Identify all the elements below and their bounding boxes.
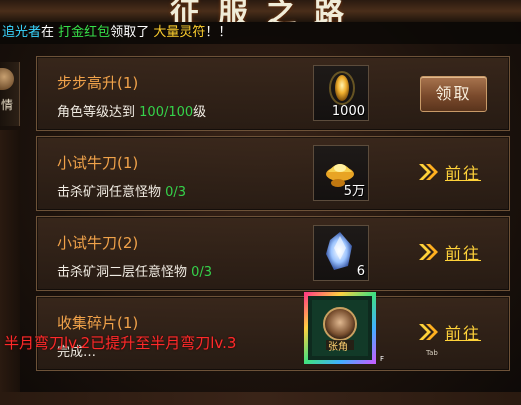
title-banner: 征服之路 xyxy=(0,0,521,22)
broadcast-marquee: 追光者在 打金红包领取了 大量灵符！！ xyxy=(0,22,521,44)
quest-desc: 击杀矿洞任意怪物 0/3 xyxy=(57,181,186,200)
quest-desc: 角色等级达到 100/100级 xyxy=(57,101,206,120)
quest-name: 收集碎片(1) xyxy=(57,314,139,332)
reward-slot[interactable]: 1000 xyxy=(313,65,369,121)
reward-slot-portrait[interactable]: 张角 xyxy=(302,290,378,366)
quest-name: 小试牛刀(1) xyxy=(57,154,139,172)
side-tab-label: 情 xyxy=(1,98,14,112)
quest-progress: 0/3 xyxy=(191,265,213,280)
broadcast-suffix: ！！ xyxy=(205,25,232,40)
f-key-hint: F xyxy=(380,355,385,363)
reward-count: 5万 xyxy=(343,184,365,199)
quest-desc-text: 角色等级达到 xyxy=(57,105,136,120)
quest-progress: 0/3 xyxy=(165,185,187,200)
quest-desc-suffix: 级 xyxy=(193,105,207,120)
double-chevron-icon xyxy=(419,324,438,340)
quest-desc: 击杀矿洞二层任意怪物 0/3 xyxy=(57,261,212,280)
quest-name: 小试牛刀(2) xyxy=(57,234,139,252)
goto-label: 前往 xyxy=(445,164,482,183)
double-chevron-icon xyxy=(419,164,438,180)
goto-label: 前往 xyxy=(445,244,482,263)
goto-button[interactable]: 前往 xyxy=(417,159,497,185)
broadcast-event: 打金红包 xyxy=(58,25,111,40)
reward-slot[interactable]: 6 xyxy=(313,225,369,281)
side-tab[interactable]: 情 xyxy=(0,62,20,126)
claim-button[interactable]: 领取 xyxy=(420,76,487,112)
reward-count: 6 xyxy=(356,264,365,279)
left-frame xyxy=(0,130,20,405)
side-tab-icon xyxy=(0,68,14,90)
upgrade-notice: 半月弯刀lv.2已提升至半月弯刀lv.3 xyxy=(4,334,237,352)
quest-progress: 100/100 xyxy=(139,105,194,120)
goto-button[interactable]: 前往 xyxy=(417,239,497,265)
broadcast-player: 追光者 xyxy=(2,25,42,40)
broadcast-connector: 在 xyxy=(41,25,55,40)
broadcast-reward: 大量灵符 xyxy=(153,25,206,40)
page-title: 征服之路 xyxy=(170,0,362,22)
quest-desc-text: 击杀矿洞任意怪物 xyxy=(57,185,162,200)
goto-label: 前往 xyxy=(445,324,482,343)
reward-slot[interactable]: 5万 xyxy=(313,145,369,201)
quest-card: 步步高升(1) 角色等级达到 100/100级 1000 领取 xyxy=(36,56,510,131)
quest-card: 小试牛刀(2) 击杀矿洞二层任意怪物 0/3 6 前往 xyxy=(36,216,510,291)
double-chevron-icon xyxy=(419,244,438,260)
portrait-label: 张角 xyxy=(328,342,348,353)
warrior-portrait-icon xyxy=(304,292,376,364)
goto-button[interactable]: 前往 xyxy=(417,319,497,345)
quest-card: 小试牛刀(1) 击杀矿洞任意怪物 0/3 5万 前往 xyxy=(36,136,510,211)
quest-desc-text: 击杀矿洞二层任意怪物 xyxy=(57,265,188,280)
quest-name: 步步高升(1) xyxy=(57,74,139,92)
reward-count: 1000 xyxy=(331,104,365,119)
broadcast-verb: 领取了 xyxy=(110,25,150,40)
tab-key-hint: Tab xyxy=(426,349,438,357)
bottom-frame xyxy=(0,392,521,405)
